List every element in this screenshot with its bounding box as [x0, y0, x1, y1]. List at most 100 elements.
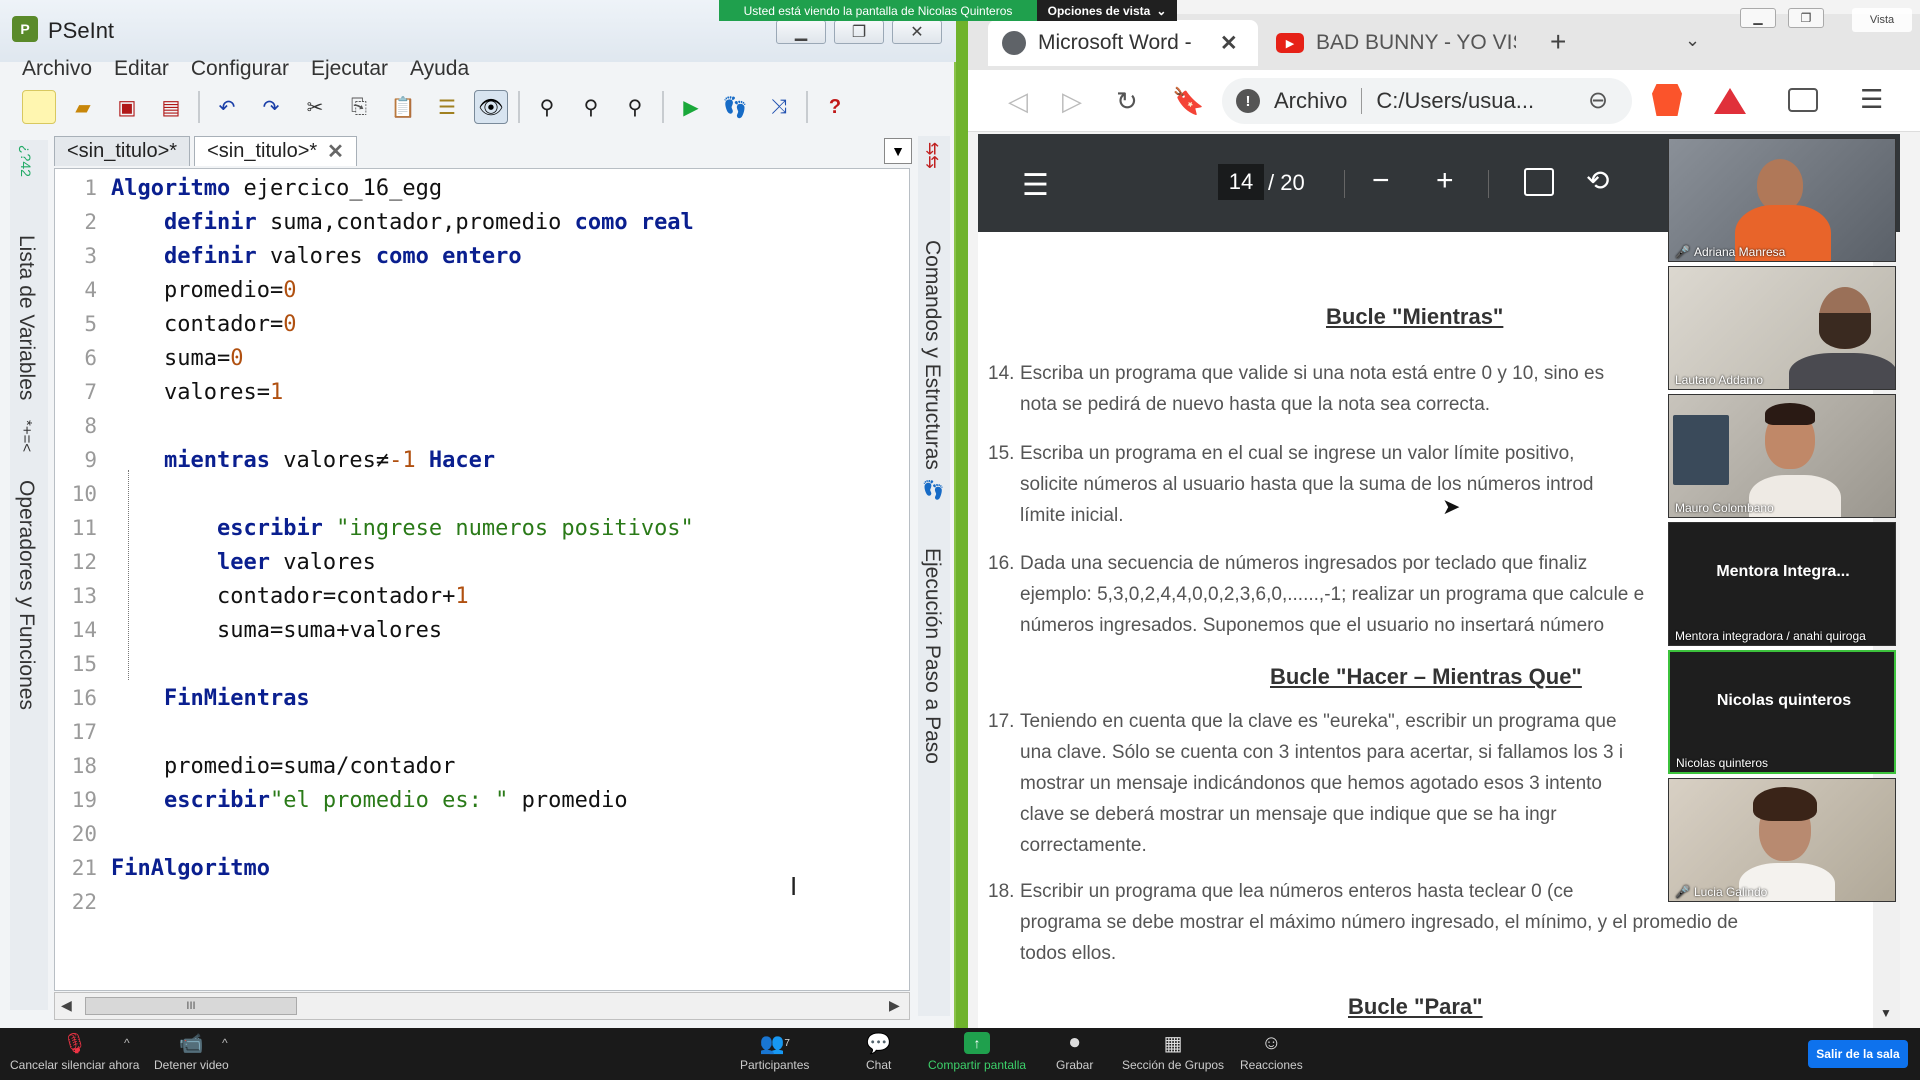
view-label[interactable]: Vista [1852, 8, 1912, 32]
step-by-step-tab[interactable]: Ejecución Paso a Paso [920, 548, 944, 764]
show-code-icon[interactable]: 👁 [474, 90, 508, 124]
breakout-rooms-button[interactable]: ▦ Sección de Grupos [1122, 1032, 1224, 1073]
number-literal: 1 [269, 379, 284, 405]
number-literal: -1 [389, 447, 416, 473]
browser-maximize-button[interactable]: ❐ [1788, 8, 1824, 28]
wallet-icon[interactable] [1788, 88, 1818, 112]
participant-caption: Mauro Colombano [1675, 501, 1774, 515]
back-icon[interactable]: ◁ [1008, 86, 1028, 117]
run-icon[interactable]: ▶ [674, 90, 708, 124]
search-icon[interactable]: ⚲ [530, 90, 564, 124]
copy-icon[interactable]: ⎘ [342, 90, 376, 124]
view-options-button[interactable]: Opciones de vista ⌄ [1037, 0, 1177, 21]
code-editor[interactable]: 1 Algoritmo ejercico_16_egg 2 definir sum… [54, 168, 910, 991]
menu-ayuda[interactable]: Ayuda [410, 57, 469, 81]
participant-tile[interactable]: Mentora Integra... Mentora integradora /… [1668, 522, 1896, 646]
step-run-icon[interactable]: 👣 [718, 90, 752, 124]
flowchart-icon[interactable]: ⤨ [762, 90, 796, 124]
tab-microsoft-word[interactable]: Microsoft Word - ✕ [988, 20, 1258, 66]
scroll-down-icon[interactable]: ▼ [1880, 1006, 1892, 1020]
tab-list-dropdown[interactable]: ▼ [884, 138, 912, 164]
zoom-in-icon[interactable]: + [1436, 164, 1454, 198]
code-line-18: 18 promedio=suma/contador [55, 749, 909, 783]
participant-tile-active-speaker[interactable]: Nicolas quinteros Nicolas quinteros [1668, 650, 1896, 774]
scroll-left-icon[interactable]: ◀ [61, 997, 72, 1014]
tab-sin-titulo-1[interactable]: <sin_titulo>* [54, 136, 191, 166]
info-icon[interactable]: ! [1236, 89, 1260, 113]
undo-icon[interactable]: ↶ [210, 90, 244, 124]
participants-label: Participantes [740, 1058, 810, 1072]
line-number: 20 [71, 822, 97, 846]
browser-minimize-button[interactable]: ▁ [1740, 8, 1776, 28]
pdf-page-input[interactable]: 14 [1218, 164, 1264, 200]
maximize-button[interactable]: ❐ [834, 20, 884, 44]
participant-tile[interactable]: Lautaro Addamo [1668, 266, 1896, 390]
participant-tile[interactable]: 🎤 Lucia Galindo [1668, 778, 1896, 902]
share-screen-button[interactable]: ↑ Compartir pantalla [928, 1032, 1026, 1072]
menu-editar[interactable]: Editar [114, 57, 169, 81]
new-file-icon[interactable] [22, 90, 56, 124]
help-icon[interactable]: ? [818, 90, 852, 124]
exercise-line: Escriba un programa que valide si una no… [1020, 363, 1605, 384]
close-button[interactable]: ✕ [892, 20, 942, 44]
code-text: contador= [163, 311, 284, 337]
redo-icon[interactable]: ↷ [254, 90, 288, 124]
variables-list-tab[interactable]: Lista de Variables [14, 235, 38, 400]
paste-icon[interactable]: 📋 [386, 90, 420, 124]
operators-functions-tab[interactable]: Operadores y Funciones [14, 480, 38, 710]
chevron-down-icon: ⌄ [1156, 3, 1167, 18]
menu-configurar[interactable]: Configurar [191, 57, 289, 81]
video-feed [1669, 139, 1895, 261]
stop-video-button[interactable]: 📹 Detener video [154, 1032, 229, 1073]
pdf-outline-menu-icon[interactable]: ☰ [1022, 168, 1049, 203]
indent-icon[interactable]: ☰ [430, 90, 464, 124]
save-icon[interactable]: ▣ [110, 90, 144, 124]
scrollbar-thumb[interactable]: III [85, 997, 297, 1015]
menu-icon[interactable]: ☰ [1860, 84, 1883, 115]
bookmark-icon[interactable]: 🔖 [1172, 86, 1204, 117]
zoom-icon[interactable]: ⊖ [1588, 86, 1608, 115]
participant-caption: Lautaro Addamo [1675, 373, 1763, 387]
cut-icon[interactable]: ✂ [298, 90, 332, 124]
chat-button[interactable]: 💬 Chat [866, 1032, 891, 1073]
section-heading-para: Bucle "Para" [1348, 994, 1483, 1019]
tab-close-icon[interactable]: ✕ [1220, 31, 1238, 56]
keyword: escribir [216, 515, 323, 541]
tab-sin-titulo-2[interactable]: <sin_titulo>* ✕ [194, 136, 357, 166]
horizontal-scrollbar[interactable]: ◀ III ▶ [54, 992, 910, 1020]
minimize-button[interactable]: ▁ [776, 20, 826, 44]
tab-close-icon[interactable]: ✕ [327, 139, 344, 164]
participant-tile[interactable]: Mauro Colombano [1668, 394, 1896, 518]
commands-structures-tab[interactable]: Comandos y Estructuras [920, 240, 944, 470]
find-next-icon[interactable]: ⚲ [618, 90, 652, 124]
forward-icon[interactable]: ▷ [1062, 86, 1082, 117]
brave-rewards-icon[interactable] [1714, 88, 1746, 114]
variables-symbol-icon: ¿?42 [18, 145, 34, 177]
text-cursor-icon: I [790, 871, 798, 901]
muted-mic-icon: 🎤 [1675, 885, 1690, 899]
reactions-button[interactable]: ☺ Reacciones [1240, 1032, 1303, 1073]
menu-ejecutar[interactable]: Ejecutar [311, 57, 388, 81]
fit-page-icon[interactable] [1524, 168, 1554, 196]
exercise-number: 14. [988, 363, 1015, 384]
brave-shield-icon[interactable] [1652, 84, 1682, 116]
leave-room-button[interactable]: Salir de la sala [1808, 1040, 1908, 1068]
record-button[interactable]: ⏺ Grabar [1056, 1032, 1093, 1073]
zoom-out-icon[interactable]: − [1372, 164, 1390, 198]
new-tab-icon[interactable]: + [1550, 26, 1566, 58]
rotate-icon[interactable]: ⟲ [1586, 164, 1609, 197]
menu-archivo[interactable]: Archivo [22, 57, 92, 81]
scroll-right-icon[interactable]: ▶ [889, 997, 900, 1014]
save-as-icon[interactable]: ▤ [154, 90, 188, 124]
tab-search-chevron-icon[interactable]: ⌄ [1685, 30, 1700, 51]
video-options-chevron-icon[interactable]: ^ [222, 1036, 228, 1050]
address-bar[interactable]: ! Archivo C:/Users/usua... [1222, 78, 1632, 124]
participants-button[interactable]: 👥 7 Participantes [740, 1032, 810, 1073]
unmute-button[interactable]: 🎙 Cancelar silenciar ahora [10, 1032, 139, 1073]
audio-options-chevron-icon[interactable]: ^ [124, 1036, 130, 1050]
reload-icon[interactable]: ↻ [1116, 86, 1138, 117]
tab-youtube[interactable]: ▶ BAD BUNNY - YO VIS [1262, 20, 1532, 66]
participant-tile[interactable]: 🎤 Adriana Manresa [1668, 138, 1896, 262]
open-folder-icon[interactable]: ▰ [66, 90, 100, 124]
find-prev-icon[interactable]: ⚲ [574, 90, 608, 124]
